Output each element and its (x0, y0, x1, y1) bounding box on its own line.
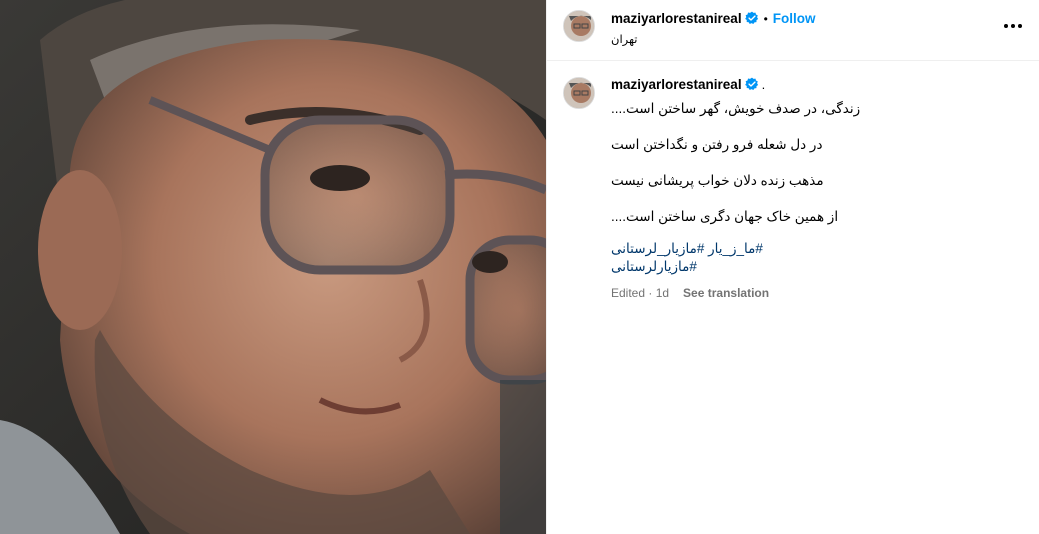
caption-line: در دل شعله فرو رفتن و نگداختن است (611, 137, 823, 152)
avatar-image (564, 78, 594, 108)
caption-meta: Edited · 1d See translation (611, 286, 1023, 300)
caption-line: از همین خاک جهان دگری ساختن است.... (611, 209, 839, 224)
post-image[interactable] (0, 0, 546, 534)
post-side-panel: maziyarlorestanireal • Follow تهران maziya… (546, 0, 1039, 534)
avatar[interactable] (563, 10, 595, 42)
post-header: maziyarlorestanireal • Follow تهران (547, 0, 1039, 61)
separator-dot: • (763, 12, 768, 26)
caption-line: مذهب زنده دلان خواب پریشانی نیست (611, 173, 824, 188)
post-dialog: maziyarlorestanireal • Follow تهران maziya… (0, 0, 1039, 534)
edited-timestamp: Edited · 1d (611, 286, 670, 300)
header-username[interactable]: maziyarlorestanireal (611, 11, 742, 26)
more-options-icon[interactable] (1001, 14, 1025, 38)
caption-username[interactable]: maziyarlorestanireal (611, 77, 742, 92)
hashtag-link[interactable]: #مازیارلرستانی (611, 258, 1023, 276)
see-translation-link[interactable]: See translation (683, 286, 769, 300)
verified-badge-icon (744, 11, 759, 30)
portrait-photo (0, 0, 546, 534)
location-link[interactable]: تهران (611, 32, 638, 46)
hashtag-link[interactable]: #ما_ز_یار #مازیار_لرستانی (611, 240, 1023, 258)
caption-comment: maziyarlorestanireal. زندگی، در صدف خویش… (547, 61, 1039, 300)
caption-text: زندگی، در صدف خویش، گهر ساختن است.... در… (611, 100, 1023, 226)
follow-button[interactable]: Follow (773, 11, 816, 26)
hashtags: #ما_ز_یار #مازیار_لرستانی #مازیارلرستانی (611, 240, 1023, 276)
avatar-image (564, 11, 594, 41)
verified-badge-icon (744, 77, 759, 96)
caption-line: زندگی، در صدف خویش، گهر ساختن است.... (611, 101, 861, 116)
avatar[interactable] (563, 77, 595, 109)
caption-trailing: . (761, 77, 766, 92)
caption-user-row: maziyarlorestanireal. (611, 76, 1023, 96)
header-user-row: maziyarlorestanireal • Follow (611, 10, 816, 30)
